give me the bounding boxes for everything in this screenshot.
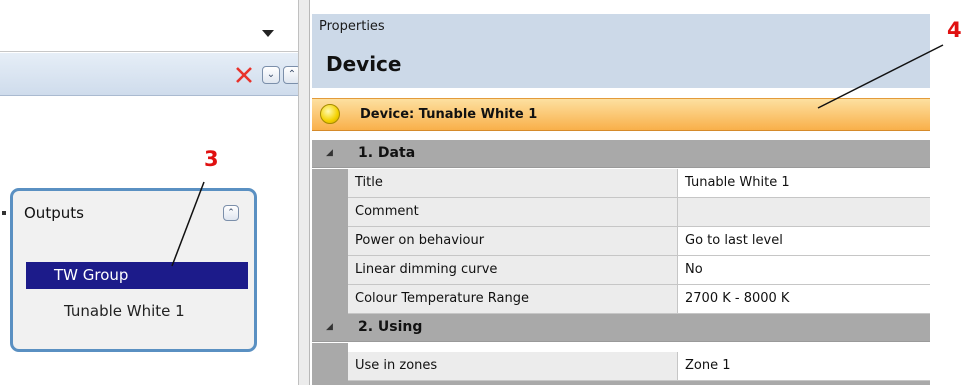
annotation-number: 3	[204, 147, 219, 171]
annotation-callout-lines	[171, 44, 944, 267]
annotation-number: 4	[947, 18, 962, 42]
